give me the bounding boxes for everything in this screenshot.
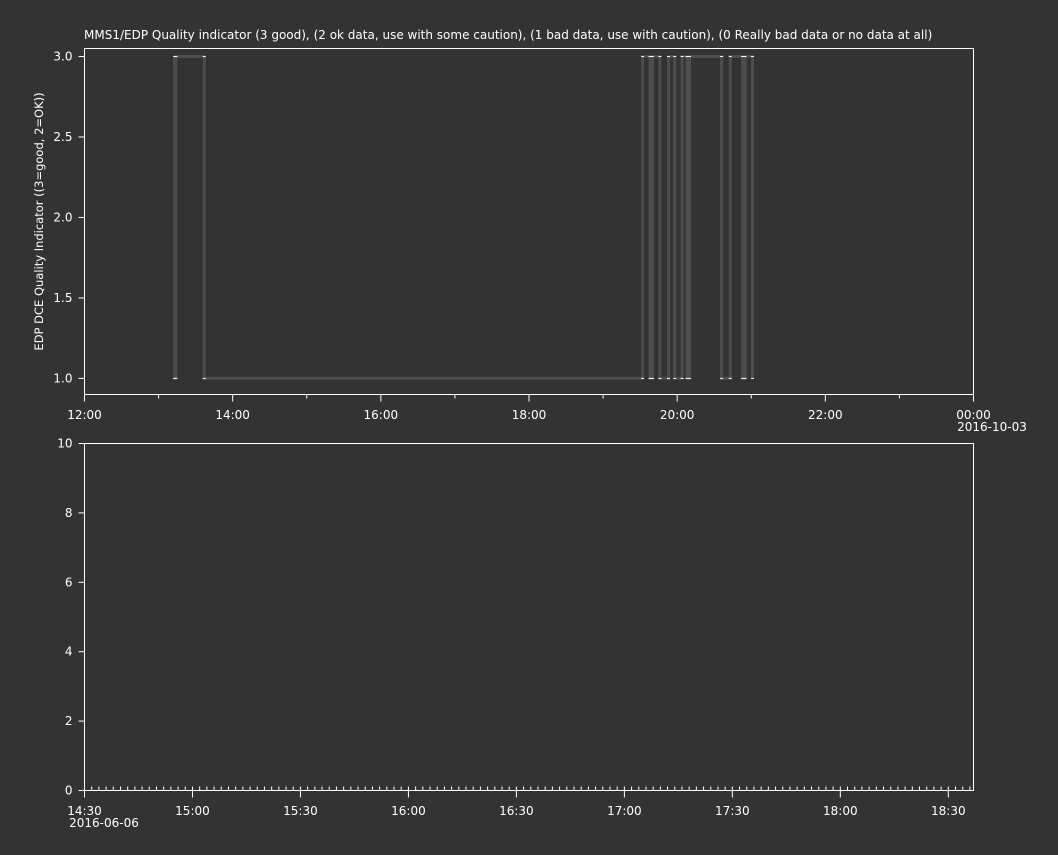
x-tick-label: 22:00 [808,408,843,422]
y-tick-label: 6 [65,575,73,589]
background [0,0,1058,851]
chart-canvas: MMS1/EDP Quality indicator (3 good), (2 … [0,0,1058,851]
x-tick-label: 18:00 [823,804,858,818]
plot-window: MMS1/EDP Quality indicator (3 good), (2 … [0,0,1058,851]
x-tick-label: 18:30 [931,804,966,818]
y-axis-label: EDP DCE Quality Indicator ((3=good, 2=OK… [32,92,46,350]
y-tick-label: 8 [65,506,73,520]
x-tick-label: 17:30 [715,804,750,818]
x-tick-label: 12:00 [67,408,102,422]
x-tick-label: 14:00 [215,408,250,422]
y-tick-label: 3.0 [53,50,72,64]
y-tick-label: 2.5 [53,130,72,144]
y-tick-label: 0 [65,784,73,798]
x-tick-label: 15:00 [175,804,210,818]
y-tick-label: 4 [65,645,73,659]
x-tick-label: 18:00 [512,408,547,422]
y-tick-label: 10 [57,437,72,451]
x-axis-date-label: 2016-06-06 [69,816,139,830]
x-tick-label: 16:00 [391,804,426,818]
y-tick-label: 2 [65,714,73,728]
y-tick-label: 1.5 [53,291,72,305]
x-tick-label: 16:30 [499,804,534,818]
x-tick-label: 15:30 [283,804,318,818]
x-axis-date-label: 2016-10-03 [957,420,1027,434]
x-tick-label: 17:00 [607,804,642,818]
y-tick-label: 2.0 [53,210,72,224]
x-tick-label: 20:00 [660,408,695,422]
chart-title: MMS1/EDP Quality indicator (3 good), (2 … [84,28,932,42]
x-tick-label: 16:00 [364,408,399,422]
y-tick-label: 1.0 [53,371,72,385]
